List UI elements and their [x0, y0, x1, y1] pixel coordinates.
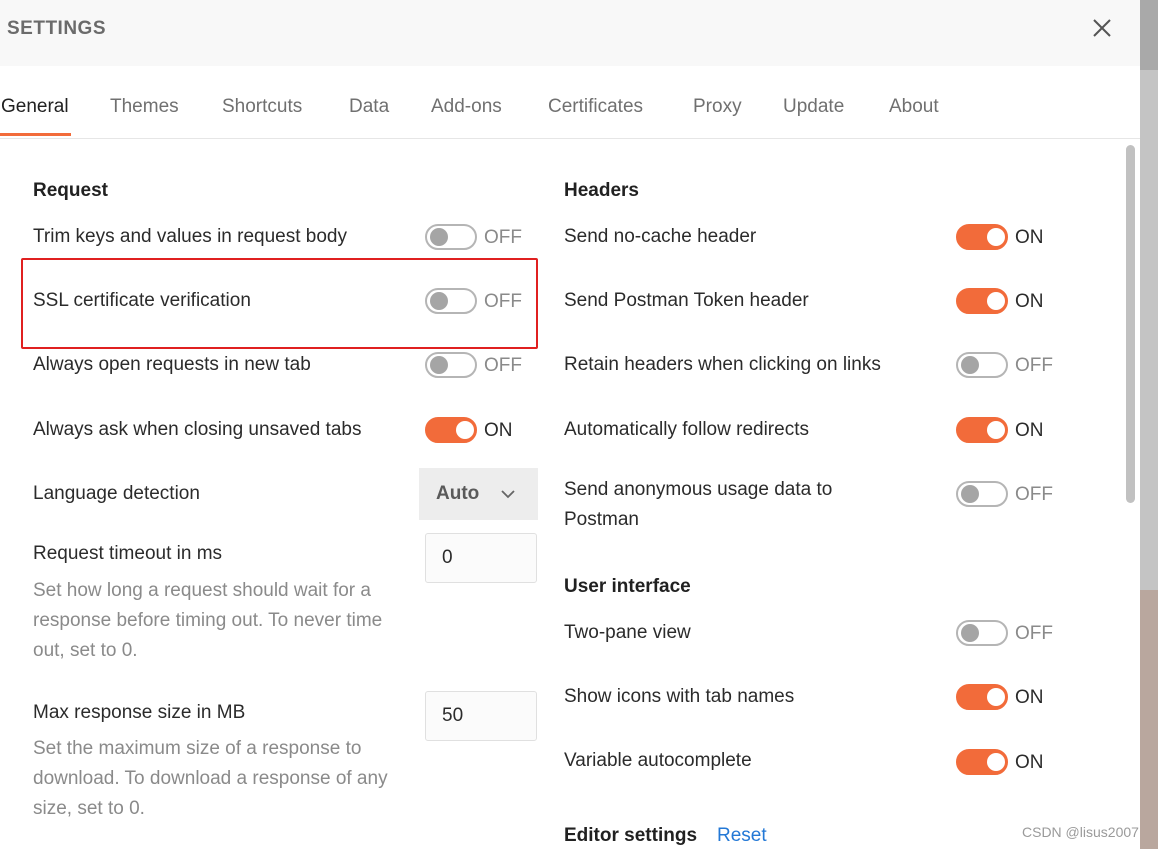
- highlight-annotation: [21, 258, 538, 349]
- setting-label-follow-redirects: Automatically follow redirects: [564, 419, 809, 440]
- settings-modal: SETTINGS General Themes Shortcuts Data A…: [0, 0, 1140, 849]
- toggle-state-icons-tab-names: ON: [1015, 687, 1044, 708]
- setting-label-no-cache: Send no-cache header: [564, 226, 757, 247]
- toggle-state-variable-autocomplete: ON: [1015, 752, 1044, 773]
- toggle-ask-closing-unsaved[interactable]: [425, 417, 477, 443]
- setting-label-postman-token: Send Postman Token header: [564, 290, 809, 311]
- toggle-state-postman-token: ON: [1015, 291, 1044, 312]
- setting-label-two-pane: Two-pane view: [564, 622, 691, 643]
- setting-label-open-new-tab: Always open requests in new tab: [33, 354, 311, 375]
- toggle-retain-headers[interactable]: [956, 352, 1008, 378]
- toggle-state-two-pane: OFF: [1015, 623, 1053, 644]
- section-title-user-interface: User interface: [564, 576, 691, 597]
- modal-header: SETTINGS: [0, 0, 1140, 66]
- setting-label-retain-headers: Retain headers when clicking on links: [564, 354, 881, 375]
- toggle-knob: [961, 485, 979, 503]
- setting-label-language-detection: Language detection: [33, 483, 200, 504]
- setting-label-anonymous-usage-line2: Postman: [564, 509, 639, 530]
- tab-about[interactable]: About: [889, 96, 939, 118]
- toggle-knob: [430, 228, 448, 246]
- setting-label-variable-autocomplete: Variable autocomplete: [564, 750, 752, 771]
- toggle-state-trim-keys: OFF: [484, 227, 522, 248]
- setting-label-request-timeout: Request timeout in ms: [33, 543, 223, 564]
- toggle-follow-redirects[interactable]: [956, 417, 1008, 443]
- setting-label-ask-closing-unsaved: Always ask when closing unsaved tabs: [33, 419, 362, 440]
- toggle-postman-token[interactable]: [956, 288, 1008, 314]
- toggle-state-open-new-tab: OFF: [484, 355, 522, 376]
- settings-tabs: General Themes Shortcuts Data Add-ons Ce…: [0, 66, 1140, 139]
- toggle-trim-keys[interactable]: [425, 224, 477, 250]
- section-title-request: Request: [33, 180, 108, 201]
- active-tab-indicator: [0, 133, 71, 136]
- setting-label-trim-keys: Trim keys and values in request body: [33, 226, 348, 247]
- toggle-state-follow-redirects: ON: [1015, 420, 1044, 441]
- setting-description-max-response-size: Set the maximum size of a response to do…: [33, 738, 388, 819]
- toggle-knob: [430, 356, 448, 374]
- toggle-knob: [987, 292, 1005, 310]
- language-detection-select[interactable]: Auto: [419, 468, 538, 520]
- setting-description-request-timeout: Set how long a request should wait for a…: [33, 580, 383, 661]
- toggle-state-retain-headers: OFF: [1015, 355, 1053, 376]
- tab-shortcuts[interactable]: Shortcuts: [222, 96, 302, 118]
- toggle-state-anonymous-usage: OFF: [1015, 484, 1053, 505]
- tab-update[interactable]: Update: [783, 96, 844, 118]
- section-title-editor-settings: Editor settings: [564, 825, 698, 846]
- toggle-state-no-cache: ON: [1015, 227, 1044, 248]
- close-button[interactable]: [1088, 14, 1116, 42]
- toggle-knob: [961, 624, 979, 642]
- background-band: [1140, 0, 1158, 70]
- toggle-open-new-tab[interactable]: [425, 352, 477, 378]
- close-icon: [1093, 19, 1111, 37]
- toggle-two-pane[interactable]: [956, 620, 1008, 646]
- max-response-size-input[interactable]: [425, 691, 537, 741]
- reset-editor-settings-link[interactable]: Reset: [717, 825, 767, 847]
- modal-title: SETTINGS: [7, 18, 107, 39]
- toggle-anonymous-usage[interactable]: [956, 481, 1008, 507]
- toggle-knob: [961, 356, 979, 374]
- toggle-icons-tab-names[interactable]: [956, 684, 1008, 710]
- setting-label-icons-tab-names: Show icons with tab names: [564, 686, 795, 707]
- request-timeout-input[interactable]: [425, 533, 537, 583]
- tab-certificates[interactable]: Certificates: [548, 96, 643, 118]
- tab-general[interactable]: General: [1, 96, 69, 118]
- tab-themes[interactable]: Themes: [110, 96, 179, 118]
- toggle-knob: [456, 421, 474, 439]
- tab-proxy[interactable]: Proxy: [693, 96, 742, 118]
- toggle-knob: [987, 421, 1005, 439]
- toggle-state-ask-closing-unsaved: ON: [484, 420, 513, 441]
- background-band: [1140, 590, 1158, 849]
- toggle-knob: [987, 753, 1005, 771]
- toggle-no-cache[interactable]: [956, 224, 1008, 250]
- watermark: CSDN @lisus2007: [1022, 824, 1139, 840]
- toggle-knob: [987, 228, 1005, 246]
- tab-add-ons[interactable]: Add-ons: [431, 96, 502, 118]
- toggle-knob: [987, 688, 1005, 706]
- background-window: [1140, 0, 1158, 849]
- setting-label-anonymous-usage: Send anonymous usage data to: [564, 479, 833, 500]
- tab-data[interactable]: Data: [349, 96, 389, 118]
- chevron-down-icon: [501, 490, 515, 499]
- language-detection-value: Auto: [436, 483, 480, 504]
- toggle-variable-autocomplete[interactable]: [956, 749, 1008, 775]
- scrollbar-thumb[interactable]: [1126, 145, 1135, 503]
- setting-label-max-response-size: Max response size in MB: [33, 702, 246, 723]
- section-title-headers: Headers: [564, 180, 639, 201]
